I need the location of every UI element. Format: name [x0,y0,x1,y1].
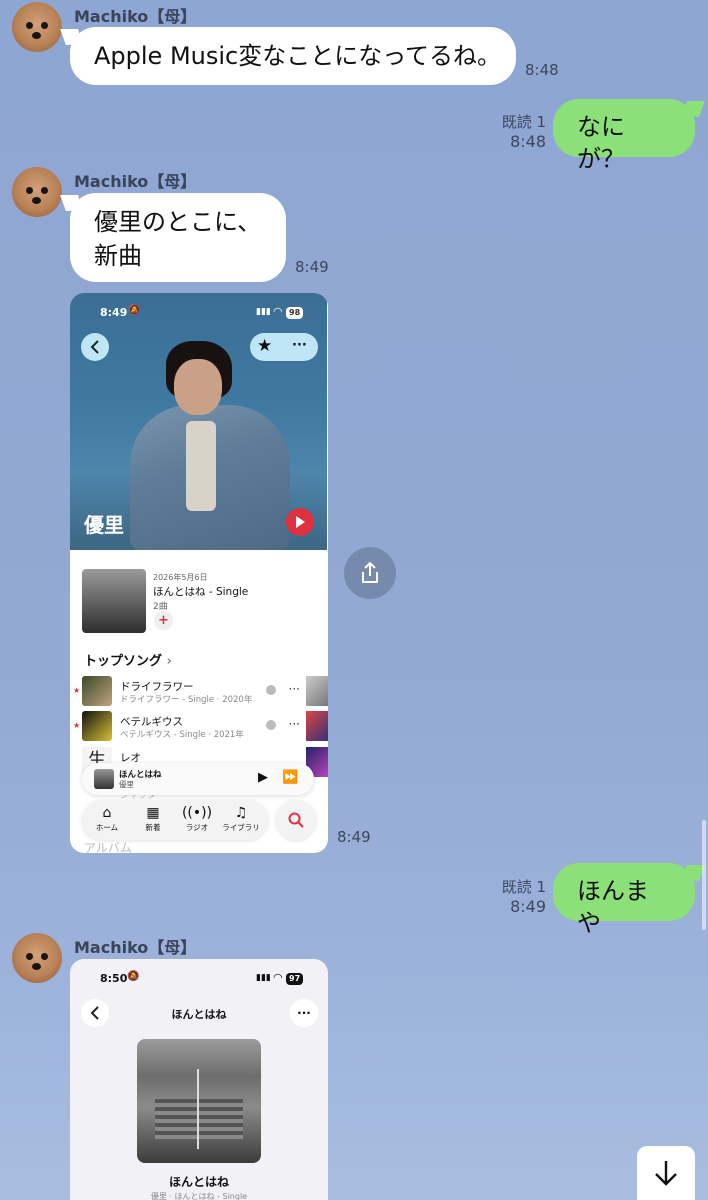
share-icon [362,561,378,583]
message-bubble-mine[interactable]: なにが？ [553,99,695,173]
add-button[interactable]: + [154,611,173,630]
sender-name: Machiko【母】 [74,938,197,957]
message-time: 8:48 [525,61,559,79]
signal-icon: ▮▮▮ [256,973,271,983]
mini-player[interactable]: ほんとはね 優里 ▶ ⏩ [82,763,314,795]
sender-avatar[interactable] [12,933,62,983]
search-icon [288,812,304,828]
back-button[interactable] [81,333,109,361]
status-time: 8:50 [100,972,128,985]
play-icon [296,516,305,528]
image-message-song-page[interactable]: 8:50 🔕 ▮▮▮ ◠ 97 ほんとはね ··· ほんとはね 優里 · ほんと… [70,959,328,1200]
message-time: 8:49 [337,828,371,846]
library-icon: ♫ [234,805,248,821]
status-time: 8:49 [100,306,128,319]
message-text: なにが？ [577,113,625,173]
release-date: 2026年5月6日 [153,573,208,582]
download-icon[interactable] [266,720,276,730]
song-subtitle: ドライフラワー - Single · 2020年 [120,695,253,705]
side-thumb [306,711,328,741]
arrow-down-icon [655,1161,677,1186]
bell-off-icon: 🔕 [128,305,141,316]
sender-name: Machiko【母】 [74,7,197,26]
wifi-icon: ◠ [273,971,283,984]
more-button[interactable]: ··· [290,999,318,1027]
side-thumb [306,676,328,706]
sender-avatar[interactable] [12,167,62,217]
tab-new[interactable]: ▦ 新着 [130,804,176,834]
tab-home[interactable]: ⌂ ホーム [84,804,130,834]
chevron-right-icon: › [166,654,172,669]
tab-library[interactable]: ♫ ライブラリ [218,804,264,834]
more-icon: ··· [297,1006,311,1020]
release-cover[interactable] [82,569,146,633]
song-subtitle: ベテルギウス - Single · 2021年 [120,730,244,740]
mini-player-artwork [94,769,114,789]
song-row[interactable]: ★ ドライフラワー ドライフラワー - Single · 2020年 ··· [73,676,300,710]
message-bubble-mine[interactable]: ほんまや [553,863,695,937]
grid-icon: ▦ [146,805,160,821]
battery-indicator: 98 [286,307,304,319]
message-bubble[interactable]: 優里のとこに、 新曲 [70,193,286,282]
chevron-left-icon [90,340,99,354]
scroll-to-bottom-button[interactable] [637,1146,695,1200]
play-icon[interactable]: ▶ [258,770,268,785]
message-meta: 既読 1 8:48 [490,113,546,151]
album-label: アルバム [84,841,132,853]
tab-bar: ⌂ ホーム ▦ 新着 ((•)) ラジオ ♫ ライブラリ [82,800,268,840]
song-title: ほんとはね [168,1175,229,1189]
signal-icon: ▮▮▮ [256,307,271,317]
artist-name: 優里 [84,513,124,537]
sender-avatar[interactable] [12,2,62,52]
bell-off-icon: 🔕 [127,971,140,982]
download-icon[interactable] [266,685,276,695]
sender-name: Machiko【母】 [74,172,197,191]
message-meta: 既読 1 8:49 [490,878,546,916]
message-time: 8:49 [510,897,546,916]
image-message-artist-page[interactable]: 8:49 🔕 ▮▮▮ ◠ 98 ★ ··· 優里 2026年5月6日 ほんとはね… [70,293,328,853]
tab-radio[interactable]: ((•)) ラジオ [174,804,220,834]
share-button[interactable] [344,547,396,599]
favorite-star-icon: ★ [73,721,81,730]
more-icon[interactable]: ··· [292,338,307,353]
more-icon[interactable]: ··· [289,717,300,731]
read-receipt: 既読 1 [501,113,546,131]
home-icon: ⌂ [102,805,112,821]
battery-indicator: 97 [286,973,304,985]
star-icon[interactable]: ★ [257,336,272,356]
read-receipt: 既読 1 [501,878,546,896]
release-title[interactable]: ほんとはね - Single [153,584,248,599]
song-cover-art [137,1039,261,1163]
song-title: ドライフラワー [120,681,194,693]
mini-player-artist: 優里 [119,780,134,789]
message-text: ほんまや [577,877,649,937]
message-text-line: 新曲 [94,242,142,270]
message-time: 8:49 [295,258,329,276]
top-songs-heading[interactable]: トップソング › [84,650,172,669]
message-bubble[interactable]: Apple Music変なことになってるね。 [70,27,516,85]
message-text-line: 優里のとこに、 [94,208,262,236]
release-count: 2曲 [153,602,168,612]
song-subtitle: 優里 · ほんとはね - Single [150,1192,248,1200]
search-button[interactable] [276,800,316,840]
more-icon[interactable]: ··· [289,682,300,696]
favorite-star-icon: ★ [73,686,81,695]
wifi-icon: ◠ [273,305,283,318]
play-button[interactable] [286,508,314,536]
song-title: ベテルギウス [120,716,183,728]
song-row[interactable]: ★ ベテルギウス ベテルギウス - Single · 2021年 ··· [73,711,300,745]
favorite-more-pill: ★ ··· [250,333,318,361]
scrollbar[interactable] [702,820,706,930]
message-text: Apple Music変なことになってるね。 [94,42,502,70]
forward-icon[interactable]: ⏩ [282,770,298,785]
message-time: 8:48 [510,132,546,151]
radio-icon: ((•)) [181,805,213,821]
top-songs-label: トップソング [84,654,163,669]
